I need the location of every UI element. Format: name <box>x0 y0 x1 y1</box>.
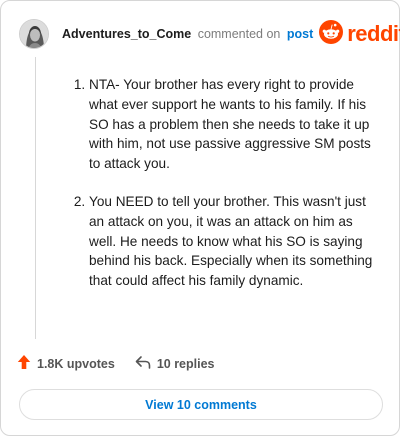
upvote-button[interactable]: 1.8K upvotes <box>17 354 115 373</box>
username-link[interactable]: Adventures_to_Come <box>62 27 191 41</box>
reddit-snoo-icon <box>319 19 344 49</box>
reply-button[interactable]: 10 replies <box>135 355 215 372</box>
comment-header: Adventures_to_Come commented on post red… <box>19 17 400 51</box>
comment-meta: Adventures_to_Come commented on post <box>62 27 313 41</box>
comment-point-1: NTA- Your brother has every right to pro… <box>89 75 379 174</box>
comment-actions: 1.8K upvotes 10 replies <box>17 354 215 373</box>
comment-body: NTA- Your brother has every right to pro… <box>61 75 379 309</box>
replies-count: 10 replies <box>156 356 215 371</box>
comment-point-2: You NEED to tell your brother. This wasn… <box>89 192 379 291</box>
reddit-wordmark: reddit <box>347 21 400 46</box>
upvote-arrow-icon <box>17 354 31 373</box>
reddit-logo[interactable]: reddit <box>319 19 400 49</box>
post-link[interactable]: post <box>287 27 313 41</box>
commented-on-text: commented on <box>197 27 281 41</box>
comment-card: Adventures_to_Come commented on post red… <box>0 0 400 436</box>
user-avatar-icon[interactable] <box>19 19 49 49</box>
comment-list: NTA- Your brother has every right to pro… <box>61 75 379 291</box>
thread-line[interactable] <box>35 57 36 339</box>
view-comments-button[interactable]: View 10 comments <box>19 389 383 420</box>
upvotes-count: 1.8K upvotes <box>37 356 115 371</box>
reply-arrow-icon <box>135 355 151 372</box>
